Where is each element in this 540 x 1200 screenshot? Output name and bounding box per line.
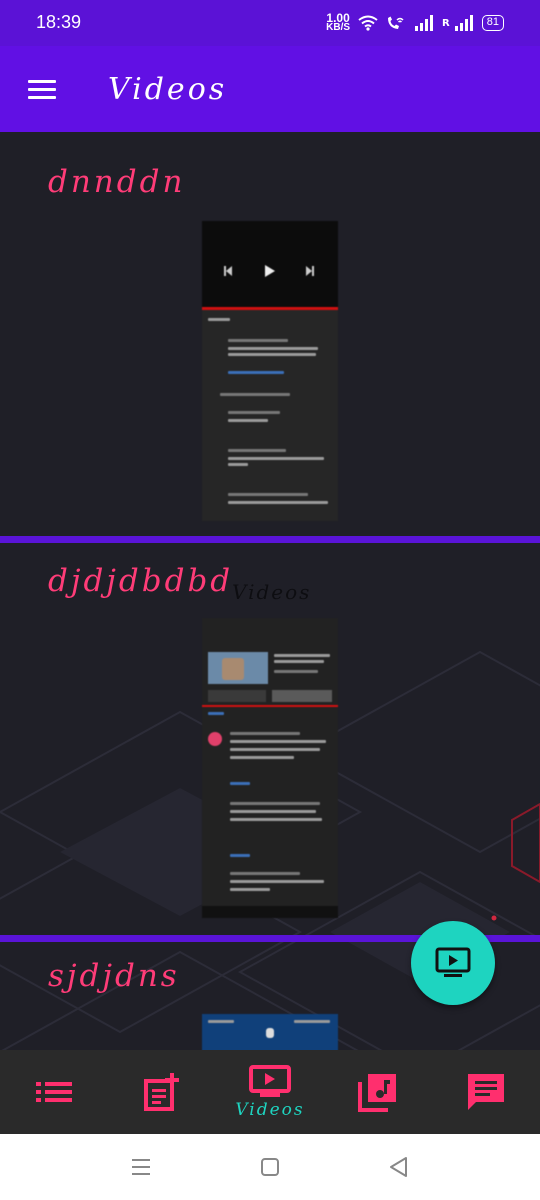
net-speed-unit: KB/S xyxy=(326,22,351,33)
video-thumbnail[interactable] xyxy=(202,221,338,521)
card-divider xyxy=(0,536,540,543)
tv-play-icon xyxy=(249,1065,291,1097)
tv-play-icon xyxy=(435,947,471,977)
nav-item-music[interactable] xyxy=(324,1050,432,1134)
video-title: djdjdbdbd xyxy=(48,563,234,599)
video-card[interactable]: djdjdbdbd xyxy=(0,543,540,942)
status-bar: 18:39 1.00 KB/S R 81 xyxy=(0,0,540,46)
nav-item-playlist-add[interactable] xyxy=(108,1050,216,1134)
bottom-navigation: Videos xyxy=(0,1050,540,1134)
app-bar: Videos xyxy=(0,46,540,132)
recent-apps-icon[interactable] xyxy=(126,1154,156,1180)
back-icon[interactable] xyxy=(384,1154,414,1180)
status-icons: 1.00 KB/S R 81 xyxy=(326,10,504,36)
video-card[interactable]: dnnddn xyxy=(0,132,540,543)
nav-item-videos[interactable]: Videos xyxy=(216,1050,324,1134)
video-thumbnail[interactable] xyxy=(202,618,338,918)
signal-roaming-icon xyxy=(454,15,473,31)
status-time: 18:39 xyxy=(36,12,82,32)
video-list[interactable]: Videos dnnddn djdjdbdbd sjdjdns xyxy=(0,132,540,1050)
screen: 18:39 1.00 KB/S R 81 Videos Videos dnndd… xyxy=(0,0,540,1200)
video-title: dnnddn xyxy=(48,164,186,200)
home-icon[interactable] xyxy=(255,1154,285,1180)
music-library-icon xyxy=(358,1074,396,1112)
list-icon xyxy=(36,1082,72,1102)
video-thumbnail[interactable] xyxy=(202,1014,338,1050)
wifi-calling-icon xyxy=(388,16,404,29)
nav-label-videos: Videos xyxy=(235,1100,305,1120)
network-speed: 1.00 KB/S xyxy=(326,12,351,33)
battery-icon: 81 xyxy=(481,15,504,31)
signal-icon xyxy=(415,15,434,31)
video-title: sjdjdns xyxy=(48,958,180,994)
message-icon xyxy=(468,1074,504,1110)
page-title: Videos xyxy=(108,72,228,107)
nav-item-list[interactable] xyxy=(0,1050,108,1134)
battery-level: 81 xyxy=(486,16,499,28)
playlist-add-icon xyxy=(144,1073,179,1111)
system-navigation-bar xyxy=(0,1134,540,1200)
wifi-icon xyxy=(358,15,378,31)
nav-item-messages[interactable] xyxy=(432,1050,540,1134)
fab-button[interactable] xyxy=(411,921,495,1005)
roaming-label: R xyxy=(442,17,450,29)
hamburger-menu-icon[interactable] xyxy=(28,80,56,100)
